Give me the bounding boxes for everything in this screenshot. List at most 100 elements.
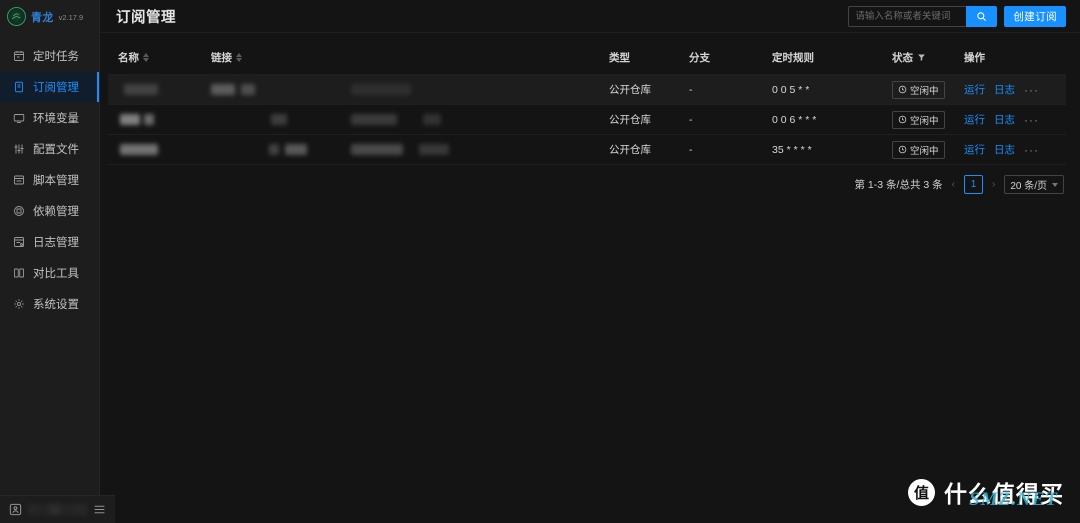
chevron-down-icon	[1052, 182, 1058, 187]
cell-status: 空闲中	[892, 104, 964, 135]
subscription-table-card: 名称 链接 类型 分支 定时规则 状态 操作 公开仓库 - 0 0 5 * * …	[108, 41, 1066, 194]
table-row[interactable]: 公开仓库 - 0 0 6 * * * 空闲中 运行 日志 ···	[108, 104, 1066, 135]
page-size-label: 20 条/页	[1010, 181, 1047, 192]
cell-branch: -	[689, 104, 772, 135]
sidebar-item-system-settings[interactable]: 系统设置	[0, 289, 99, 319]
link-redacted	[211, 83, 601, 96]
username-redacted	[28, 504, 87, 515]
log-link[interactable]: 日志	[994, 112, 1015, 127]
more-actions-icon[interactable]: ···	[1024, 114, 1039, 126]
table-body: 公开仓库 - 0 0 5 * * 空闲中 运行 日志 ··· 公开仓库 - 0 …	[108, 74, 1066, 165]
column-header-status[interactable]: 状态	[892, 41, 964, 75]
column-header-type: 类型	[609, 41, 689, 75]
cell-link	[211, 104, 609, 135]
status-label: 空闲中	[910, 145, 939, 157]
column-label: 状态	[892, 52, 913, 64]
row-operations: 运行 日志 ···	[964, 142, 1058, 157]
schedule-icon	[14, 51, 24, 61]
cell-name	[108, 104, 211, 135]
sidebar-item-subscription[interactable]: 订阅管理	[0, 72, 99, 102]
user-icon[interactable]	[9, 503, 22, 516]
clock-icon	[898, 145, 907, 154]
sidebar-user-bar	[0, 495, 115, 523]
page-title: 订阅管理	[116, 9, 176, 26]
row-operations: 运行 日志 ···	[964, 112, 1058, 127]
chevron-left-icon[interactable]: ‹	[950, 179, 957, 190]
cell-type: 公开仓库	[609, 104, 689, 135]
sidebar-item-script-management[interactable]: 脚本管理	[0, 165, 99, 195]
status-badge: 空闲中	[892, 110, 945, 129]
table-row[interactable]: 公开仓库 - 0 0 5 * * 空闲中 运行 日志 ···	[108, 74, 1066, 105]
dragon-logo-icon	[7, 7, 26, 26]
filter-icon[interactable]	[917, 53, 926, 62]
more-actions-icon[interactable]: ···	[1024, 84, 1039, 96]
search-group	[848, 5, 998, 27]
sidebar-item-environment-variables[interactable]: 环境变量	[0, 103, 99, 133]
sidebar-item-scheduled-tasks[interactable]: 定时任务	[0, 41, 99, 71]
column-header-branch: 分支	[689, 41, 772, 75]
list-menu-icon[interactable]	[93, 503, 106, 516]
cell-name	[108, 74, 211, 105]
sidebar-item-dependency-management[interactable]: 依赖管理	[0, 196, 99, 226]
run-link[interactable]: 运行	[964, 142, 985, 157]
chevron-right-icon[interactable]: ›	[990, 179, 997, 190]
status-badge: 空闲中	[892, 140, 945, 159]
column-label: 操作	[964, 52, 985, 64]
table-header-row: 名称 链接 类型 分支 定时规则 状态 操作	[108, 41, 1066, 75]
app-logo[interactable]: 青龙 v2.17.9	[0, 0, 99, 33]
cell-operations: 运行 日志 ···	[964, 104, 1066, 135]
cell-name	[108, 134, 211, 165]
name-redacted	[118, 113, 203, 126]
table-row[interactable]: 公开仓库 - 35 * * * * 空闲中 运行 日志 ···	[108, 134, 1066, 165]
sidebar-item-label: 环境变量	[33, 113, 79, 125]
more-actions-icon[interactable]: ···	[1024, 144, 1039, 156]
search-input[interactable]	[848, 5, 967, 27]
pagination: 第 1-3 条/总共 3 条 ‹ 1 › 20 条/页	[108, 165, 1066, 194]
sidebar-item-label: 订阅管理	[33, 82, 79, 94]
log-link[interactable]: 日志	[994, 142, 1015, 157]
cell-type: 公开仓库	[609, 134, 689, 165]
sort-arrows-icon[interactable]	[236, 53, 242, 62]
cell-cron: 0 0 6 * * *	[772, 104, 892, 135]
create-subscription-button[interactable]: 创建订阅	[1004, 5, 1066, 27]
cell-link	[211, 74, 609, 105]
subscription-table: 名称 链接 类型 分支 定时规则 状态 操作 公开仓库 - 0 0 5 * * …	[108, 41, 1066, 165]
column-header-link[interactable]: 链接	[211, 41, 609, 75]
sidebar-item-label: 定时任务	[33, 51, 79, 63]
sort-arrows-icon[interactable]	[143, 53, 149, 62]
log-icon	[14, 237, 24, 247]
search-button[interactable]	[966, 5, 998, 27]
column-label: 名称	[118, 52, 139, 64]
top-bar: 订阅管理 创建订阅	[100, 0, 1080, 33]
column-label: 分支	[689, 52, 710, 64]
app-version: v2.17.9	[58, 13, 84, 22]
cell-status: 空闲中	[892, 74, 964, 105]
main-area: 订阅管理 创建订阅	[100, 0, 1080, 523]
sidebar-item-label: 对比工具	[33, 268, 79, 280]
sidebar-item-log-management[interactable]: 日志管理	[0, 227, 99, 257]
column-header-name[interactable]: 名称	[108, 41, 211, 75]
run-link[interactable]: 运行	[964, 82, 985, 97]
sidebar: 青龙 v2.17.9 定时任务 订阅管理 环境变量 配置文件 脚本管理 依赖管理…	[0, 0, 115, 523]
cell-link	[211, 134, 609, 165]
sidebar-item-label: 脚本管理	[33, 175, 79, 187]
link-redacted	[211, 113, 601, 126]
sidebar-item-diff-tool[interactable]: 对比工具	[0, 258, 99, 288]
column-header-operations: 操作	[964, 41, 1066, 75]
run-link[interactable]: 运行	[964, 112, 985, 127]
name-redacted	[118, 143, 203, 156]
column-label: 定时规则	[772, 52, 814, 64]
sidebar-item-config-file[interactable]: 配置文件	[0, 134, 99, 164]
log-link[interactable]: 日志	[994, 82, 1015, 97]
cell-branch: -	[689, 74, 772, 105]
page-size-select[interactable]: 20 条/页	[1004, 175, 1064, 194]
sidebar-item-label: 系统设置	[33, 299, 79, 311]
sidebar-item-label: 配置文件	[33, 144, 79, 156]
status-badge: 空闲中	[892, 80, 945, 99]
status-label: 空闲中	[910, 115, 939, 127]
subscription-icon	[15, 81, 23, 93]
cell-type: 公开仓库	[609, 74, 689, 105]
cell-operations: 运行 日志 ···	[964, 74, 1066, 105]
column-label: 链接	[211, 52, 232, 64]
page-number-1[interactable]: 1	[963, 175, 983, 194]
